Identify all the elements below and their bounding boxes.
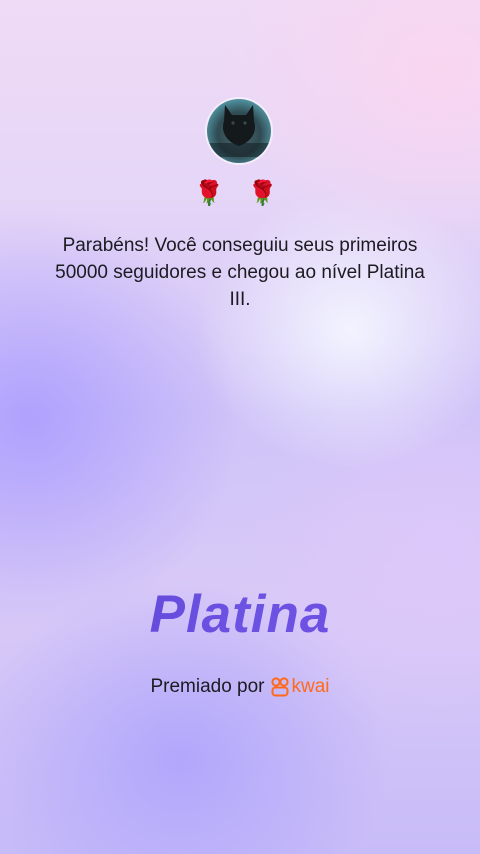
awarded-by-label: Premiado por xyxy=(150,676,265,697)
avatar-caption-strip xyxy=(207,143,271,157)
achievement-message: Parabéns! Você conseguiu seus primeiros … xyxy=(55,235,425,310)
kwai-logo-icon xyxy=(270,677,289,697)
awarded-by-line: Premiado por kwai xyxy=(0,673,480,701)
tier-title: Platina xyxy=(0,578,480,652)
kwai-logo: kwai xyxy=(270,673,330,701)
profile-avatar[interactable] xyxy=(207,99,271,163)
cat-silhouette-icon xyxy=(222,105,256,146)
kwai-wordmark: kwai xyxy=(291,676,330,697)
rose-emojis: 🌹 🌹 xyxy=(194,179,286,207)
